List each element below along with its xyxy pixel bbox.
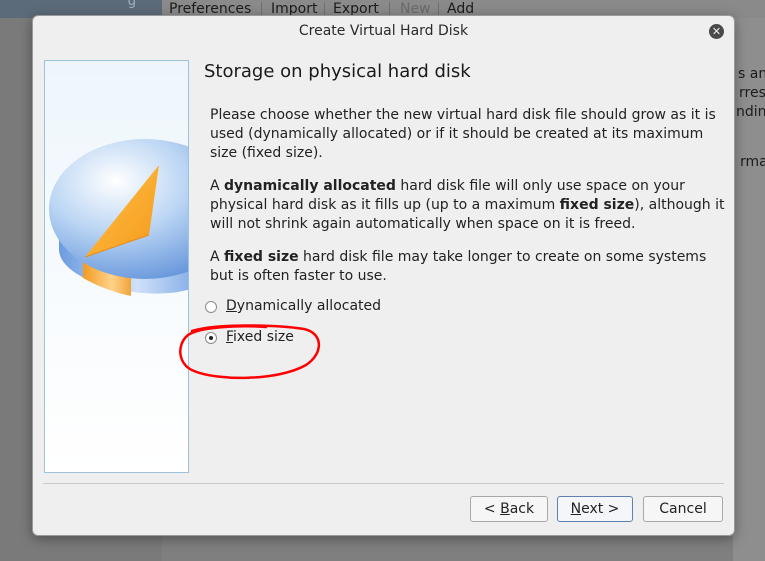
create-virtual-hard-disk-dialog: Create Virtual Hard Disk ✕ Storage on ph… <box>32 15 735 536</box>
background-text-fragment: rmat <box>740 154 765 170</box>
button-divider <box>43 483 724 484</box>
hard-disk-wizard-image <box>44 60 189 473</box>
back-button[interactable]: < Back <box>470 496 548 522</box>
background-text-fragment: s and <box>738 66 765 82</box>
close-icon[interactable]: ✕ <box>709 24 724 39</box>
dialog-title: Create Virtual Hard Disk <box>298 23 469 39</box>
radio-dynamically-allocated[interactable] <box>205 301 217 313</box>
dynamically-allocated-label[interactable]: Dynamically allocated <box>226 298 381 314</box>
background-text-fragment: nding <box>736 104 765 120</box>
background-text-fragment: rresp <box>739 85 765 101</box>
dialog-titlebar[interactable]: Create Virtual Hard Disk ✕ <box>33 16 734 48</box>
next-button[interactable]: Next > <box>557 496 633 522</box>
cancel-button[interactable]: Cancel <box>643 496 723 522</box>
description-paragraph: Please choose whether the new virtual ha… <box>210 107 716 161</box>
red-circle-annotation <box>179 324 321 380</box>
fixed-description-paragraph: A fixed size hard disk file may take lon… <box>210 249 707 284</box>
page-heading: Storage on physical hard disk <box>204 61 471 82</box>
background-sidebar-fragment: g <box>127 0 136 9</box>
dynamic-description-paragraph: A dynamically allocated hard disk file w… <box>210 178 725 232</box>
